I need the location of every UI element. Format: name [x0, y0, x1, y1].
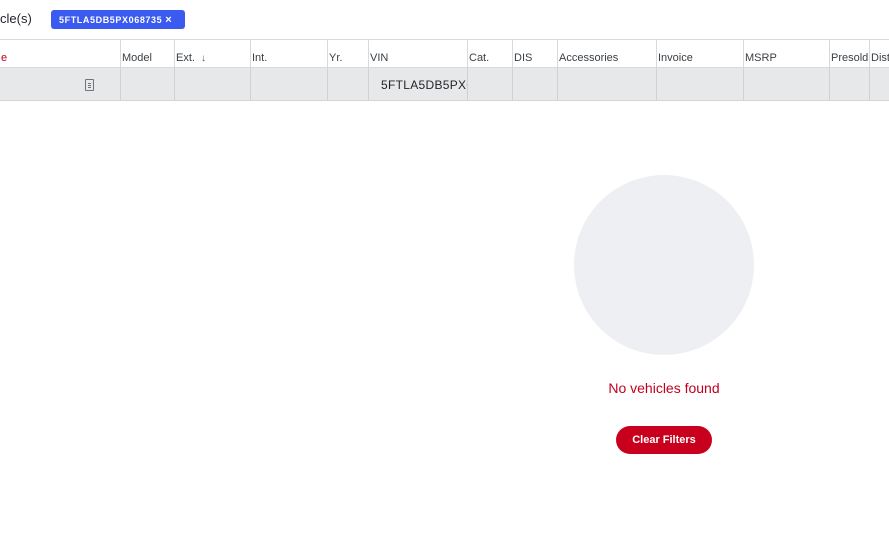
table-row[interactable]: 5FTLA5DB5PX068735	[0, 68, 889, 101]
column-header-msrp[interactable]: MSRP	[743, 40, 829, 68]
row-cell-vin: 5FTLA5DB5PX068735	[368, 68, 467, 101]
document-icon[interactable]	[85, 79, 94, 91]
vehicle-inventory-page: cle(s) 5FTLA5DB5PX068735 × e Model Ext. ↓…	[0, 0, 889, 553]
column-header-first[interactable]: e	[0, 40, 120, 68]
close-icon[interactable]: ×	[165, 14, 172, 26]
filter-bar: cle(s) 5FTLA5DB5PX068735 ×	[0, 0, 889, 40]
column-header-ext[interactable]: Ext. ↓	[174, 40, 250, 68]
row-cell-yr	[327, 68, 368, 101]
column-header-accessories[interactable]: Accessories	[557, 40, 656, 68]
table-header: e Model Ext. ↓ Int. Yr. VIN Cat. DIS Acce…	[0, 40, 889, 68]
row-cell-first	[0, 68, 120, 101]
row-cell-cat	[467, 68, 512, 101]
result-count: cle(s)	[0, 11, 32, 26]
row-cell-accessories	[557, 68, 656, 101]
column-header-presold[interactable]: Presold	[829, 40, 869, 68]
row-cell-int	[250, 68, 327, 101]
column-header-dis[interactable]: DIS	[512, 40, 557, 68]
column-header-vin[interactable]: VIN	[368, 40, 467, 68]
clear-filters-button[interactable]: Clear Filters	[616, 426, 712, 454]
vin-filter-chip[interactable]: 5FTLA5DB5PX068735 ×	[51, 10, 185, 29]
row-cell-presold	[829, 68, 869, 101]
vin-filter-chip-label: 5FTLA5DB5PX068735	[59, 14, 163, 25]
empty-state-title: No vehicles found	[608, 380, 720, 396]
column-header-model[interactable]: Model	[120, 40, 174, 68]
column-header-invoice[interactable]: Invoice	[656, 40, 743, 68]
column-header-dist[interactable]: Dist	[869, 40, 889, 68]
empty-state-illustration	[574, 175, 754, 355]
column-header-yr[interactable]: Yr.	[327, 40, 368, 68]
column-header-int[interactable]: Int.	[250, 40, 327, 68]
column-header-cat[interactable]: Cat.	[467, 40, 512, 68]
row-cell-invoice	[656, 68, 743, 101]
row-cell-model	[120, 68, 174, 101]
row-cell-ext	[174, 68, 250, 101]
row-cell-dis	[512, 68, 557, 101]
sort-down-icon[interactable]: ↓	[201, 53, 206, 64]
row-cell-msrp	[743, 68, 829, 101]
row-cell-dist	[869, 68, 889, 101]
